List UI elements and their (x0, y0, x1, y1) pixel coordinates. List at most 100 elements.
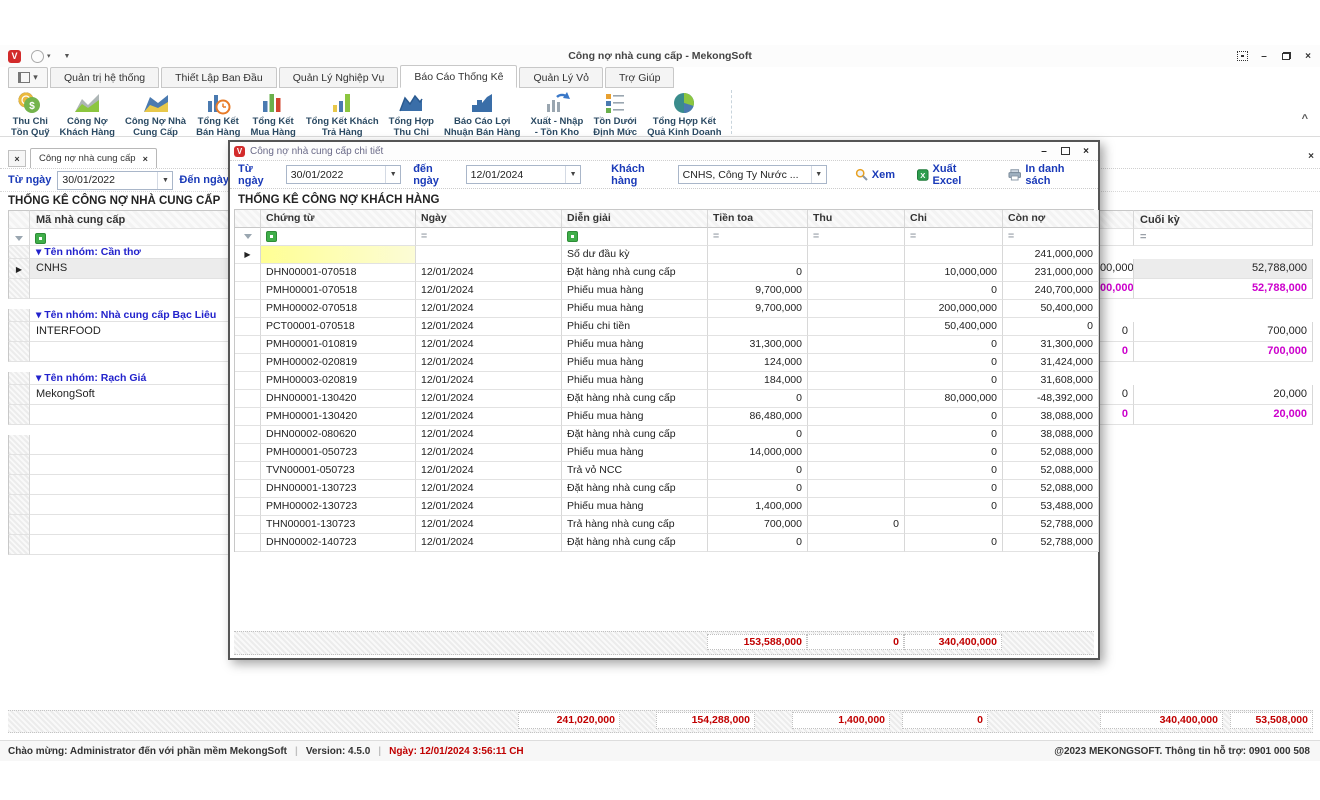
customer-combo[interactable]: CNHS, Công Ty Nước ...▼ (678, 165, 827, 184)
filter-cell[interactable] (261, 228, 416, 246)
customer-label: Khách hàng (611, 163, 672, 187)
dialog-minimize-button[interactable]: – (1038, 145, 1050, 157)
close-all-tabs-button[interactable]: × (8, 150, 26, 167)
column-header[interactable]: Diễn giải (562, 210, 708, 228)
toolbar-item-bars-green[interactable]: Tổng Kết KháchTrả Hàng (301, 88, 384, 138)
filter-cell[interactable] (562, 228, 708, 246)
table-row[interactable]: THN00001-13072312/01/2024Trả hàng nhà cu… (235, 516, 1094, 534)
toolbar-item-pie[interactable]: Tổng Hợp KếtQuả Kinh Doanh (642, 88, 726, 138)
quick-access-menu-icon[interactable]: ▼ (64, 53, 71, 60)
group-header[interactable]: ▾ Tên nhóm: Cần thơ (30, 246, 232, 259)
dialog-to-date-combo[interactable]: 12/01/2024▼ (466, 165, 581, 184)
supplier-row[interactable]: CNHS (30, 259, 232, 279)
toolbar-item-bars-clock[interactable]: Tổng KếtBán Hàng (191, 88, 245, 138)
print-list-button[interactable]: In danh sách (1008, 163, 1090, 187)
closing-value-cell[interactable]: 20,000 (1134, 385, 1313, 405)
quick-access-icon[interactable] (31, 50, 44, 63)
from-date-combo[interactable]: 30/01/2022▼ (57, 171, 173, 190)
filter-cell[interactable]: = (905, 228, 1003, 246)
close-button[interactable]: × (1302, 50, 1314, 62)
ribbon-tab[interactable]: Quản Lý Vỏ (519, 67, 602, 88)
filter-cell[interactable]: = (808, 228, 905, 246)
toolbar-item-bars-refresh[interactable]: Xuất - Nhập- Tồn Kho (525, 88, 588, 138)
column-header[interactable]: Thu (808, 210, 905, 228)
filter-cell[interactable]: = (416, 228, 562, 246)
ribbon-tab[interactable]: Báo Cáo Thống Kê (400, 65, 517, 88)
table-row[interactable]: PMH00001-01081912/01/2024Phiếu mua hàng3… (235, 336, 1094, 354)
dialog-totals-row: 153,588,000 0 340,400,000 (234, 631, 1094, 655)
toolbar-item-solid-chart[interactable]: Báo Cáo LợiNhuận Bán Hàng (439, 88, 526, 138)
column-header[interactable]: Tiền toa (708, 210, 808, 228)
partial-total-cell: 0 (1100, 405, 1134, 425)
supplier-row[interactable]: MekongSoft (30, 385, 232, 405)
ribbon-tab[interactable]: Quản trị hệ thống (50, 67, 159, 88)
filter-cell[interactable]: = (1003, 228, 1099, 246)
table-row[interactable]: DHN00002-08062012/01/2024Đặt hàng nhà cu… (235, 426, 1094, 444)
chevron-down-icon[interactable]: ▾ (47, 52, 51, 60)
fullscreen-button[interactable] (1236, 50, 1248, 62)
view-button[interactable]: Xem (855, 168, 895, 181)
group-header[interactable]: ▾ Tên nhóm: Rạch Giá (30, 372, 232, 385)
column-header[interactable]: Còn nợ (1003, 210, 1099, 228)
table-row[interactable]: PCT00001-07051812/01/2024Phiếu chi tiền5… (235, 318, 1094, 336)
table-row[interactable]: DHN00001-07051812/01/2024Đặt hàng nhà cu… (235, 264, 1094, 282)
chevron-down-icon[interactable]: ▼ (385, 166, 400, 183)
table-row[interactable]: PMH00003-02081912/01/2024Phiếu mua hàng1… (235, 372, 1094, 390)
table-row[interactable]: DHN00002-14072312/01/2024Đặt hàng nhà cu… (235, 534, 1094, 552)
toolbar-item-coins[interactable]: $Thu ChiTồn Quỹ (6, 88, 55, 138)
chevron-down-icon[interactable]: ▼ (157, 172, 172, 189)
filter-row-indicator (8, 229, 30, 246)
table-row[interactable]: PMH00002-02081912/01/2024Phiếu mua hàng1… (235, 354, 1094, 372)
ribbon-tab[interactable]: Trợ Giúp (605, 67, 675, 88)
partial-filter-cell[interactable] (1100, 229, 1134, 246)
closing-column-header[interactable]: Cuối kỳ (1134, 210, 1313, 229)
dialog-from-date-combo[interactable]: 30/01/2022▼ (286, 165, 401, 184)
table-row[interactable]: PMH00001-05072312/01/2024Phiếu mua hàng1… (235, 444, 1094, 462)
quick-access-toolbar[interactable]: ▾ ▼ (31, 50, 70, 63)
chevron-down-icon[interactable]: ▼ (811, 166, 826, 183)
column-header[interactable]: Chứng từ (261, 210, 416, 228)
tabbar-close-icon[interactable]: × (1308, 151, 1314, 162)
closing-filter-cell[interactable]: = (1134, 229, 1313, 246)
grand-total-value: 1,400,000 (792, 712, 890, 729)
table-row[interactable]: TVN00001-05072312/01/2024Trả vỏ NCC0052,… (235, 462, 1094, 480)
filter-cell[interactable]: = (708, 228, 808, 246)
table-row[interactable]: DHN00001-13072312/01/2024Đặt hàng nhà cu… (235, 480, 1094, 498)
toolbar-item-line-chart[interactable]: Tổng HợpThu Chi (384, 88, 439, 138)
table-row[interactable]: DHN00001-13042012/01/2024Đặt hàng nhà cu… (235, 390, 1094, 408)
ribbon-collapse-icon[interactable]: ^ (1302, 113, 1308, 125)
supplier-column-header[interactable]: Mã nhà cung cấp (30, 210, 232, 229)
table-row[interactable]: PMH00001-07051812/01/2024Phiếu mua hàng9… (235, 282, 1094, 300)
chevron-down-icon[interactable]: ▼ (565, 166, 580, 183)
minimize-button[interactable]: – (1258, 50, 1270, 62)
ribbon-tabs: ▾ Quản trị hệ thốngThiết Lập Ban ĐầuQuản… (0, 67, 1320, 88)
document-tab[interactable]: Công nợ nhà cung cấp × (30, 148, 157, 168)
ribbon-tab[interactable]: Quản Lý Nghiệp Vụ (279, 67, 399, 88)
table-row[interactable]: ▶Số dư đầu kỳ241,000,000 (235, 246, 1094, 264)
closing-value-cell[interactable]: 52,788,000 (1134, 259, 1313, 279)
toolbar-item-list[interactable]: Tồn DướiĐịnh Mức (588, 88, 642, 138)
grand-total-value: 53,508,000 (1230, 712, 1313, 729)
toolbar-item-bars-multi[interactable]: Tổng KếtMua Hàng (245, 88, 300, 138)
table-row[interactable]: PMH00002-07051812/01/2024Phiếu mua hàng9… (235, 300, 1094, 318)
grand-total-value: 340,400,000 (1100, 712, 1223, 729)
column-header[interactable]: Chi (905, 210, 1003, 228)
table-row[interactable]: PMH00002-13072312/01/2024Phiếu mua hàng1… (235, 498, 1094, 516)
toolbar-item-area-gray[interactable]: Công NợKhách Hàng (55, 88, 120, 138)
dialog-titlebar[interactable]: V Công nợ nhà cung cấp chi tiết – × (230, 142, 1098, 161)
tab-close-icon[interactable]: × (143, 154, 148, 164)
dialog-close-button[interactable]: × (1080, 145, 1092, 157)
supplier-filter-cell[interactable] (30, 229, 232, 246)
export-excel-button[interactable]: X Xuất Excel (917, 163, 986, 187)
closing-value-cell[interactable]: 700,000 (1134, 322, 1313, 342)
restore-button[interactable] (1280, 50, 1292, 62)
group-header[interactable]: ▾ Tên nhóm: Nhà cung cấp Bạc Liêu (30, 309, 232, 322)
supplier-row[interactable]: INTERFOOD (30, 322, 232, 342)
empty-row (30, 455, 232, 475)
column-header[interactable]: Ngày (416, 210, 562, 228)
toolbar-item-area-blue[interactable]: Công Nợ NhàCung Cấp (120, 88, 191, 138)
ribbon-tab[interactable]: Thiết Lập Ban Đầu (161, 67, 277, 88)
app-menu-button[interactable]: ▾ (8, 67, 48, 88)
dialog-maximize-button[interactable] (1059, 145, 1071, 157)
table-row[interactable]: PMH00001-13042012/01/2024Phiếu mua hàng8… (235, 408, 1094, 426)
